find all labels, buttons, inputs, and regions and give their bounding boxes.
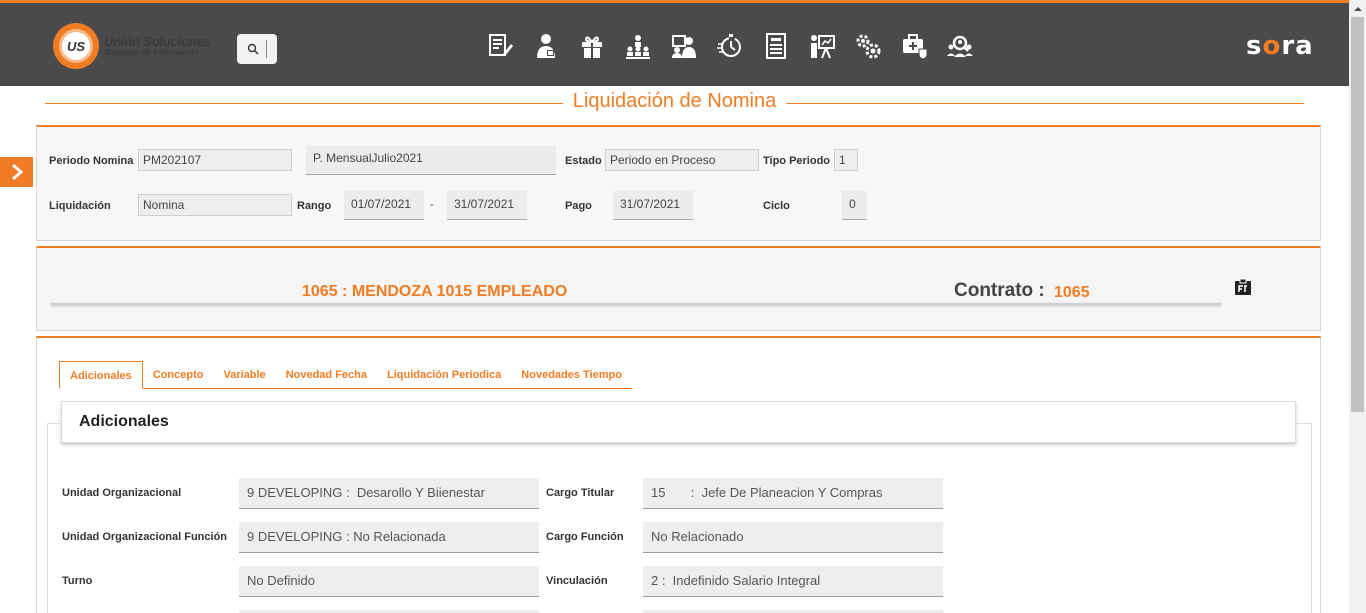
ciclo-label: Ciclo — [763, 200, 790, 212]
top-header: US Unión Soluciones Sistemas de Informac… — [0, 0, 1349, 86]
rango-label: Rango — [297, 200, 332, 212]
employee-divider — [51, 303, 1221, 305]
search-icon — [247, 43, 259, 55]
pago-field[interactable]: 31/07/2021 — [613, 191, 693, 220]
turno-label: Turno — [62, 575, 93, 587]
chevron-right-icon — [11, 164, 23, 180]
rango-separator: - — [430, 199, 434, 211]
search-button[interactable] — [237, 34, 277, 64]
logo-initials: US — [59, 29, 93, 63]
details-panel: Adicionales Concepto Variable Novedad Fe… — [36, 336, 1321, 613]
report-list-icon[interactable] — [762, 31, 808, 61]
contrato-value: 1065 — [1054, 284, 1090, 301]
vinculacion-label: Vinculación — [546, 575, 608, 587]
scroll-thumb[interactable] — [1351, 17, 1364, 412]
estado-label: Estado — [565, 155, 602, 167]
module-nav — [486, 31, 992, 61]
tab-liquidacion-periodica[interactable]: Liquidación Periodica — [377, 361, 511, 389]
cargo-funcion-label: Cargo Función — [546, 531, 624, 543]
liquidacion-field[interactable]: Nomina — [138, 194, 292, 216]
meeting-icon[interactable] — [670, 31, 716, 61]
rango-desde-field[interactable]: 01/07/2021 — [344, 191, 424, 220]
periodo-nomina-field[interactable]: PM202107 — [138, 149, 292, 171]
cargo-titular-field[interactable]: 15 : Jefe De Planeacion Y Compras — [643, 478, 943, 509]
rango-hasta-field[interactable]: 31/07/2021 — [447, 191, 527, 220]
employee-name: 1065 : MENDOZA 1015 EMPLEADO — [302, 283, 568, 300]
tipo-periodo-label: Tipo Periodo — [763, 155, 831, 167]
logo-mark: US — [53, 23, 99, 69]
tab-variable[interactable]: Variable — [213, 361, 275, 389]
tipo-periodo-field[interactable]: 1 — [834, 149, 858, 171]
unidad-organizacional-label: Unidad Organizacional — [62, 487, 182, 499]
unidad-organizacional-funcion-label: Unidad Organizacional Función — [62, 531, 228, 543]
medical-kit-icon[interactable] — [900, 31, 946, 61]
periodo-panel: Periodo Nomina PM202107 P. MensualJulio2… — [36, 125, 1321, 241]
page-title-bar: Liquidación de Nomina — [45, 90, 1304, 116]
brand-letter-a: o — [1262, 31, 1282, 61]
estado-field[interactable]: Periodo en Proceso — [605, 149, 759, 171]
logo-subtitle: Sistemas de Información — [104, 48, 199, 57]
periodo-description-field[interactable]: P. MensualJulio2021 — [306, 146, 556, 175]
gears-icon[interactable] — [854, 31, 900, 61]
vinculacion-field[interactable]: 2 : Indefinido Salario Integral — [643, 566, 943, 597]
cargo-funcion-field[interactable]: No Relacionado — [643, 522, 943, 553]
document-edit-icon[interactable] — [486, 31, 532, 61]
brand-letters-ra: ra — [1281, 31, 1314, 61]
org-chart-icon[interactable] — [624, 31, 670, 61]
clipboard-icon[interactable] — [1234, 278, 1252, 301]
unidad-organizacional-funcion-field[interactable]: 9 DEVELOPING : No Relacionada — [239, 522, 539, 553]
tab-novedad-fecha[interactable]: Novedad Fecha — [276, 361, 377, 389]
contrato-label: Contrato : — [954, 280, 1045, 301]
details-tabs: Adicionales Concepto Variable Novedad Fe… — [59, 361, 632, 389]
group-search-icon[interactable] — [946, 31, 992, 61]
liquidacion-label: Liquidación — [49, 200, 111, 212]
scroll-up-arrow-icon[interactable] — [1349, 0, 1366, 17]
employee-panel: 1065 : MENDOZA 1015 EMPLEADO Contrato : … — [36, 246, 1321, 331]
turno-field[interactable]: No Definido — [239, 566, 539, 597]
gift-icon[interactable] — [578, 31, 624, 61]
company-logo[interactable]: US Unión Soluciones Sistemas de Informac… — [53, 23, 211, 69]
vertical-scrollbar[interactable] — [1349, 0, 1366, 613]
sidebar-toggle-button[interactable] — [0, 157, 33, 187]
brand-letter-s: s — [1246, 31, 1263, 61]
pago-label: Pago — [565, 200, 592, 212]
tab-adicionales[interactable]: Adicionales — [59, 361, 143, 389]
adicionales-header: Adicionales — [61, 401, 1296, 443]
page-title: Liquidación de Nomina — [562, 90, 787, 113]
employee-icon[interactable] — [532, 31, 578, 61]
periodo-nomina-label: Periodo Nomina — [49, 155, 134, 167]
tab-concepto[interactable]: Concepto — [143, 361, 214, 389]
logo-title: Unión Soluciones — [104, 34, 211, 49]
timer-icon[interactable] — [716, 31, 762, 61]
unidad-organizacional-field[interactable]: 9 DEVELOPING : Desarollo Y Biienestar — [239, 478, 539, 509]
ciclo-field[interactable]: 0 — [842, 191, 867, 220]
sara-brand-logo: sora — [1246, 31, 1314, 61]
presentation-icon[interactable] — [808, 31, 854, 61]
cargo-titular-label: Cargo Titular — [546, 487, 615, 499]
section-title: Adicionales — [79, 413, 169, 430]
tab-novedades-tiempo[interactable]: Novedades Tiempo — [511, 361, 632, 389]
